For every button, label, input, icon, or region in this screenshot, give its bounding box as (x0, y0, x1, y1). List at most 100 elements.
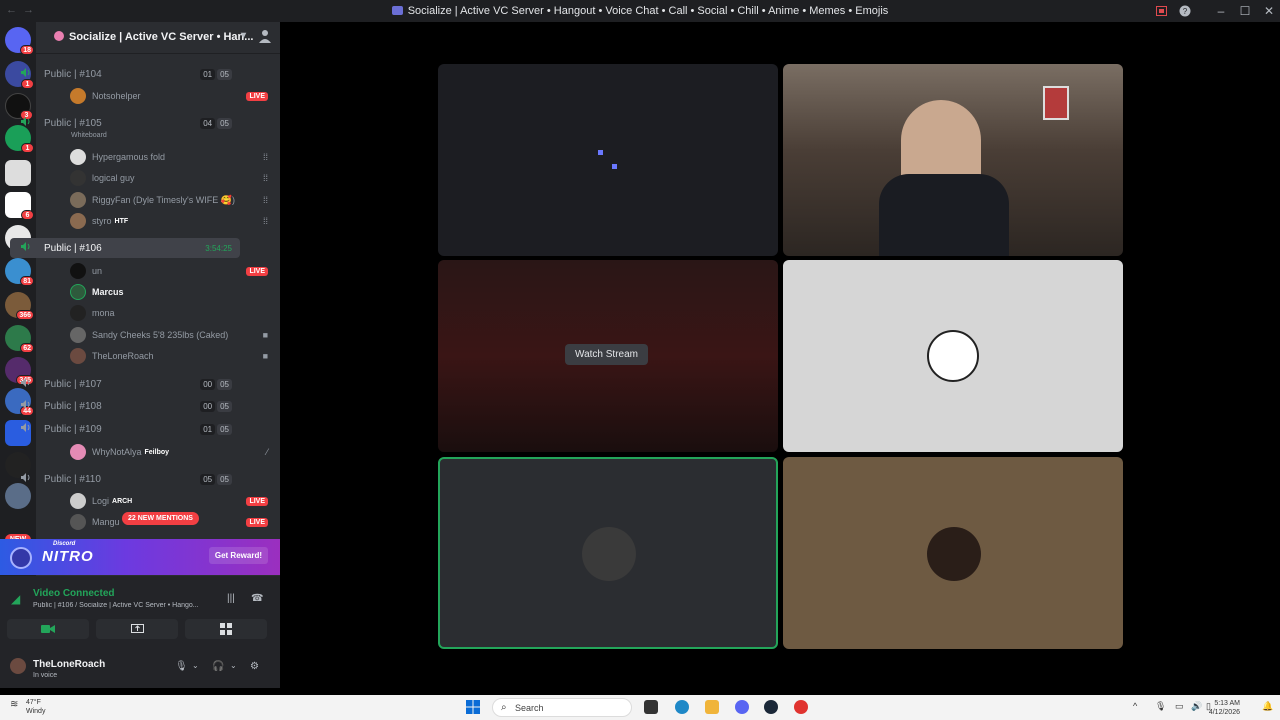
video-tile[interactable] (783, 457, 1123, 649)
activity-icon: ⁞⁞ (262, 152, 268, 162)
voice-channel-104[interactable]: Public | #104 01 05 (10, 64, 240, 84)
speaker-icon (20, 472, 33, 486)
taskbar-search[interactable]: ⌕ Search (492, 698, 632, 717)
server-icon (391, 6, 403, 15)
voice-channel-107[interactable]: Public | #107 00 05 (10, 374, 240, 394)
user-count: 05 05 (198, 473, 232, 485)
voice-channel-path[interactable]: Public | #106 / Socialize | Active VC Se… (33, 602, 218, 609)
disconnect-icon[interactable]: ☎ (251, 593, 263, 604)
avatar[interactable] (10, 658, 26, 674)
file-explorer-icon[interactable] (705, 700, 719, 714)
stream-tile[interactable]: Watch Stream (438, 260, 778, 452)
speaker-icon (20, 399, 33, 413)
video-tile[interactable] (783, 260, 1123, 452)
voice-member[interactable]: mona (70, 303, 280, 323)
server-icon[interactable]: 366 (5, 292, 34, 320)
server-icon[interactable]: 6 (5, 192, 34, 220)
watch-stream-button[interactable]: Watch Stream (565, 344, 648, 365)
chevron-down-icon[interactable]: ⌄ (230, 661, 237, 670)
windows-start-icon[interactable] (466, 700, 480, 714)
server-icon[interactable]: 81 (5, 258, 34, 286)
camera-button[interactable] (7, 619, 89, 639)
user-count: 01 05 (198, 68, 232, 80)
speaker-icon (20, 116, 33, 130)
avatar (70, 514, 86, 530)
voice-status: Video Connected (33, 588, 115, 599)
voice-channel-108[interactable]: Public | #108 00 05 (10, 396, 240, 416)
add-member-icon[interactable] (258, 28, 272, 44)
server-icon[interactable]: 62 (5, 325, 34, 353)
noise-suppression-icon[interactable]: ||| (227, 593, 235, 604)
webcam-shirt (879, 174, 1009, 256)
dm-home-icon[interactable]: 18 (5, 27, 34, 55)
window-title: Socialize | Active VC Server • Hangout •… (0, 5, 1280, 17)
discord-app-icon[interactable] (735, 700, 749, 714)
video-grid: Watch Stream (280, 22, 1280, 688)
steam-icon[interactable] (764, 700, 778, 714)
notification-bell-icon[interactable]: 🔔 (1262, 701, 1273, 712)
voice-connection-panel: ◢ Video Connected Public | #106 / Social… (0, 576, 280, 688)
voice-member[interactable]: un LIVE (70, 261, 280, 281)
server-icon[interactable] (5, 160, 31, 186)
app-icon[interactable] (794, 700, 808, 714)
voice-channel-109[interactable]: Public | #109 01 05 (10, 419, 240, 439)
avatar (70, 444, 86, 460)
edge-browser-icon[interactable] (675, 700, 689, 714)
help-icon[interactable]: ? (1178, 3, 1192, 19)
voice-channel-105[interactable]: Public | #105 04 05 (10, 113, 240, 133)
voice-member[interactable]: styro HTF ⁞⁞ (70, 211, 280, 231)
server-header[interactable]: Socialize | Active VC Server • Han... ▾ (36, 22, 280, 54)
activity-icon: ⁞⁞ (262, 216, 268, 226)
title-bar: ←→ Socialize | Active VC Server • Hangou… (0, 0, 1280, 22)
headphones-icon[interactable]: 🎧 (212, 661, 224, 672)
taskbar-clock[interactable]: 5:13 AM 4/12/2026 (1209, 699, 1240, 717)
video-tile[interactable] (783, 64, 1123, 256)
get-reward-button[interactable]: Get Reward! (208, 547, 268, 564)
voice-member[interactable]: Marcus (70, 282, 280, 302)
video-tile[interactable] (438, 64, 778, 256)
microphone-tray-icon[interactable]: 🎙 (1155, 701, 1166, 712)
voice-channel-106[interactable]: Public | #106 3:54:25 (10, 238, 240, 258)
chevron-down-icon[interactable]: ⌄ (192, 661, 199, 670)
voice-member[interactable]: Notsohelper LIVE (70, 86, 280, 106)
voice-member[interactable]: Hypergamous fold ⁞⁞ (70, 147, 280, 167)
close-button[interactable]: ✕ (1262, 3, 1276, 19)
avatar (70, 493, 86, 509)
signal-icon[interactable]: ◢ (11, 592, 20, 606)
voice-member[interactable]: Logi ARCH LIVE (70, 491, 280, 511)
username[interactable]: TheLoneRoach (33, 659, 105, 670)
settings-gear-icon[interactable]: ⚙ (250, 661, 259, 672)
voice-member[interactable]: logical guy ⁞⁞ (70, 168, 280, 188)
loading-spinner-icon (598, 150, 603, 155)
network-icon[interactable]: ▭ (1175, 701, 1184, 712)
nitro-banner[interactable]: Discord NITRO Get Reward! (0, 539, 280, 575)
screen-share-button[interactable] (96, 619, 178, 639)
weather-widget[interactable]: ≋ 47°F Windy (10, 698, 45, 716)
voice-member[interactable]: TheLoneRoach ■ (70, 346, 280, 366)
inbox-icon[interactable] (1154, 3, 1168, 19)
loading-spinner-icon (612, 164, 617, 169)
live-badge: LIVE (246, 517, 268, 527)
volume-icon[interactable]: 🔊 (1191, 701, 1202, 712)
avatar (927, 527, 981, 581)
muted-mic-icon: ⁄ (266, 447, 268, 457)
chevron-up-icon[interactable]: ^ (1133, 701, 1137, 711)
channel-activity: Whiteboard (71, 132, 107, 139)
new-mentions-pill[interactable]: 22 NEW MENTIONS (122, 512, 199, 525)
microphone-icon[interactable]: 🎙 (175, 661, 188, 672)
voice-member[interactable]: WhyNotAlya Feilboy ⁄ (70, 442, 280, 462)
chevron-down-icon[interactable]: ▾ (241, 30, 246, 41)
avatar (70, 284, 86, 300)
avatar (70, 348, 86, 364)
video-icon: ■ (262, 351, 268, 361)
video-tile-speaking[interactable] (438, 457, 778, 649)
voice-member[interactable]: RiggyFan (Dyle Timesly's WIFE 🥰) ⁞⁞ (70, 190, 280, 210)
voice-channel-110[interactable]: Public | #110 05 05 (10, 469, 240, 489)
minimize-button[interactable]: – (1214, 3, 1228, 19)
voice-member[interactable]: Sandy Cheeks 5'8 235lbs (Caked) ■ (70, 325, 280, 345)
activities-button[interactable] (185, 619, 267, 639)
user-status: In voice (33, 672, 58, 679)
task-view-icon[interactable] (644, 700, 658, 714)
user-count: 01 05 (198, 423, 232, 435)
maximize-button[interactable]: ☐ (1238, 3, 1252, 19)
